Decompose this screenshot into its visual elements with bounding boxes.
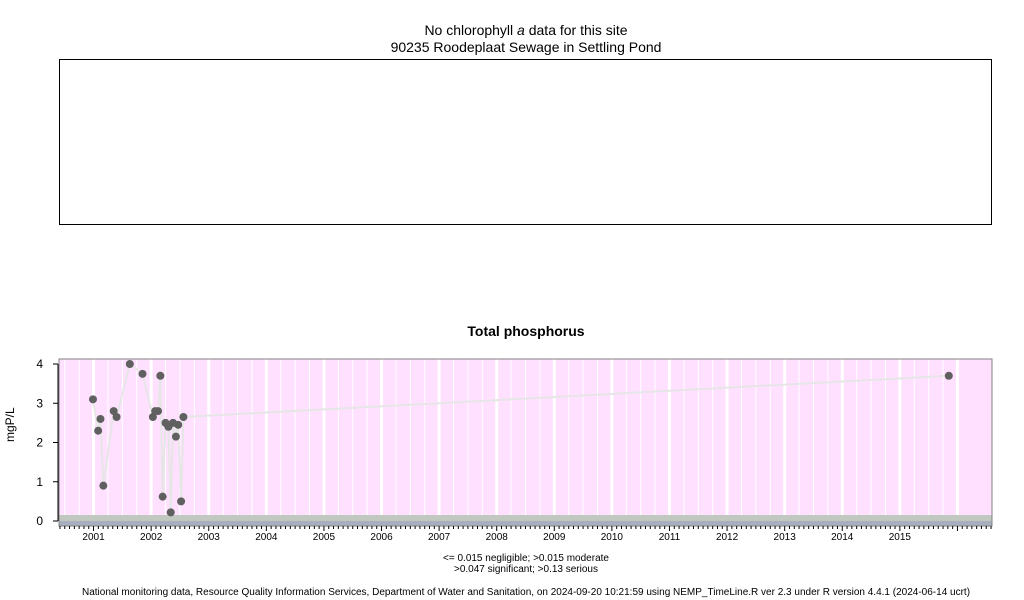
x-tick-label: 2006 bbox=[370, 532, 393, 543]
phosphorus-chart: 0 1 2 3 4 2001 2002 2003 2004 2005 2006 2007 2008 200… bbox=[36, 357, 993, 543]
y-tick-label: 1 bbox=[36, 475, 43, 489]
data-source-footer: National monitoring data, Resource Quali… bbox=[81, 587, 971, 598]
data-point bbox=[158, 492, 167, 501]
data-point bbox=[179, 412, 188, 421]
axis-strip bbox=[59, 521, 992, 526]
data-point bbox=[99, 481, 108, 490]
x-tick-label: 2013 bbox=[774, 532, 797, 543]
x-tick-label: 2001 bbox=[82, 532, 105, 543]
y-tick-label: 4 bbox=[36, 357, 43, 371]
chlorophyll-title-italic: a bbox=[517, 22, 525, 38]
bottom-band bbox=[59, 515, 992, 521]
chlorophyll-title: No chlorophyll a data for this site bbox=[0, 22, 1024, 38]
chlorophyll-empty-plot-frame bbox=[59, 59, 992, 225]
data-point bbox=[944, 371, 953, 380]
data-point bbox=[174, 420, 183, 429]
data-point bbox=[96, 414, 105, 423]
y-tick-label: 0 bbox=[36, 514, 43, 528]
x-tick-label: 2003 bbox=[198, 532, 221, 543]
x-tick-label: 2010 bbox=[601, 532, 624, 543]
data-point bbox=[112, 412, 121, 421]
site-name: 90235 Roodeplaat Sewage in Settling Pond bbox=[390, 39, 662, 55]
data-point bbox=[166, 508, 175, 517]
data-point bbox=[177, 497, 186, 506]
y-tick-label: 3 bbox=[36, 396, 43, 410]
phosphorus-chart-title: Total phosphorus bbox=[467, 323, 585, 339]
data-point bbox=[138, 369, 147, 378]
x-tick-label: 2007 bbox=[428, 532, 451, 543]
data-point bbox=[94, 426, 103, 435]
threshold-note-line1: <= 0.015 negligible; >0.015 moderate bbox=[443, 553, 609, 564]
data-point bbox=[88, 395, 97, 404]
data-point bbox=[154, 407, 163, 416]
x-tick-label: 2002 bbox=[140, 532, 163, 543]
threshold-note-line2: >0.047 significant; >0.13 serious bbox=[454, 564, 598, 575]
x-tick-label: 2008 bbox=[486, 532, 509, 543]
data-point bbox=[171, 432, 180, 441]
x-tick-label: 2005 bbox=[313, 532, 336, 543]
y-tick-label: 2 bbox=[36, 436, 43, 450]
x-tick-label: 2012 bbox=[716, 532, 739, 543]
x-tick-label: 2014 bbox=[831, 532, 854, 543]
chlorophyll-title-suffix: data for this site bbox=[528, 22, 628, 38]
data-point bbox=[125, 360, 134, 368]
chlorophyll-title-prefix: No chlorophyll bbox=[424, 22, 514, 38]
x-tick-label: 2009 bbox=[543, 532, 566, 543]
x-tick-label: 2011 bbox=[659, 532, 681, 543]
data-point bbox=[156, 371, 165, 380]
x-tick-label: 2015 bbox=[889, 532, 912, 543]
x-tick-label: 2004 bbox=[255, 532, 278, 543]
